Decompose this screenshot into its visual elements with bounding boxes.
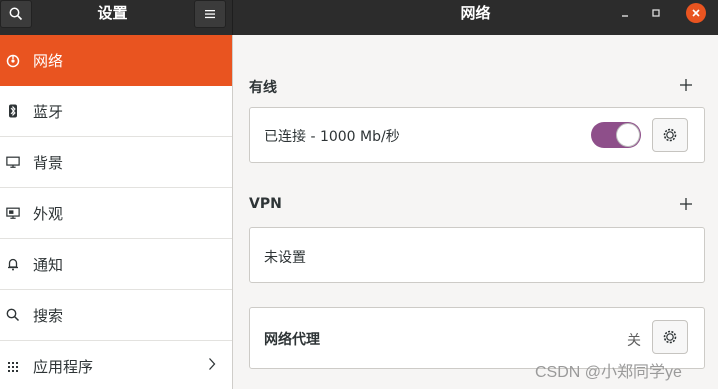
sidebar-item-label: 外观 bbox=[33, 204, 64, 223]
sidebar-item-network[interactable]: 网络 bbox=[0, 35, 232, 86]
wired-connection-row: 已连接 - 1000 Mb/秒 bbox=[249, 107, 705, 163]
search-icon bbox=[6, 308, 20, 322]
wired-connection-label: 已连接 - 1000 Mb/秒 bbox=[264, 129, 400, 145]
sidebar-item-label: 应用程序 bbox=[33, 358, 94, 376]
sidebar-item-label: 蓝牙 bbox=[33, 102, 64, 121]
plus-icon bbox=[680, 198, 692, 210]
sidebar-item-notifications[interactable]: 通知 bbox=[0, 239, 232, 290]
close-button[interactable] bbox=[686, 3, 706, 23]
toggle-knob bbox=[616, 123, 640, 147]
sidebar-item-label: 搜索 bbox=[33, 306, 64, 325]
wired-settings-button[interactable] bbox=[652, 118, 688, 152]
network-icon bbox=[6, 54, 20, 68]
bell-icon bbox=[6, 257, 20, 271]
proxy-label: 网络代理 bbox=[264, 332, 320, 348]
sidebar-item-applications[interactable]: 应用程序 bbox=[0, 341, 232, 389]
sidebar-item-background[interactable]: 背景 bbox=[0, 137, 232, 188]
wired-toggle[interactable] bbox=[591, 122, 641, 148]
chevron-right-icon bbox=[208, 357, 216, 375]
proxy-settings-button[interactable] bbox=[652, 320, 688, 354]
add-vpn-button[interactable] bbox=[678, 196, 694, 212]
sidebar-title: 设置 bbox=[97, 4, 128, 22]
gear-icon bbox=[663, 330, 677, 344]
sidebar: 网络 蓝牙 背景 外观 通知 搜索 应用程序 bbox=[0, 35, 233, 389]
gear-icon bbox=[663, 128, 677, 142]
header-bar: 设置 网络 bbox=[0, 0, 718, 35]
maximize-icon bbox=[652, 9, 660, 17]
vpn-status: 未设置 bbox=[264, 250, 306, 266]
maximize-button[interactable] bbox=[646, 3, 666, 23]
hamburger-icon bbox=[205, 10, 215, 19]
sidebar-header: 设置 bbox=[0, 0, 233, 35]
plus-icon bbox=[680, 79, 692, 91]
sidebar-item-label: 背景 bbox=[33, 153, 64, 172]
network-panel: 有线 已连接 - 1000 Mb/秒 VPN 未设置 网络代理 关 bbox=[234, 35, 718, 389]
close-icon bbox=[692, 9, 700, 17]
search-button[interactable] bbox=[0, 0, 32, 28]
bluetooth-icon bbox=[6, 104, 20, 118]
sidebar-item-bluetooth[interactable]: 蓝牙 bbox=[0, 86, 232, 137]
vpn-row: 未设置 bbox=[249, 227, 705, 283]
vpn-section-title: VPN bbox=[249, 196, 282, 212]
minimize-icon bbox=[622, 15, 628, 17]
wired-section-title: 有线 bbox=[249, 80, 277, 96]
proxy-status: 关 bbox=[627, 333, 641, 349]
sidebar-item-appearance[interactable]: 外观 bbox=[0, 188, 232, 239]
watermark: CSDN @小郑同学ye bbox=[535, 364, 682, 381]
minimize-button[interactable] bbox=[615, 3, 635, 23]
background-icon bbox=[6, 155, 20, 169]
appearance-icon bbox=[6, 206, 20, 220]
sidebar-item-search[interactable]: 搜索 bbox=[0, 290, 232, 341]
add-wired-button[interactable] bbox=[678, 77, 694, 93]
sidebar-item-label: 通知 bbox=[33, 255, 64, 274]
menu-button[interactable] bbox=[194, 0, 226, 28]
search-icon bbox=[9, 7, 23, 21]
apps-icon bbox=[6, 360, 20, 374]
sidebar-item-label: 网络 bbox=[33, 52, 64, 70]
